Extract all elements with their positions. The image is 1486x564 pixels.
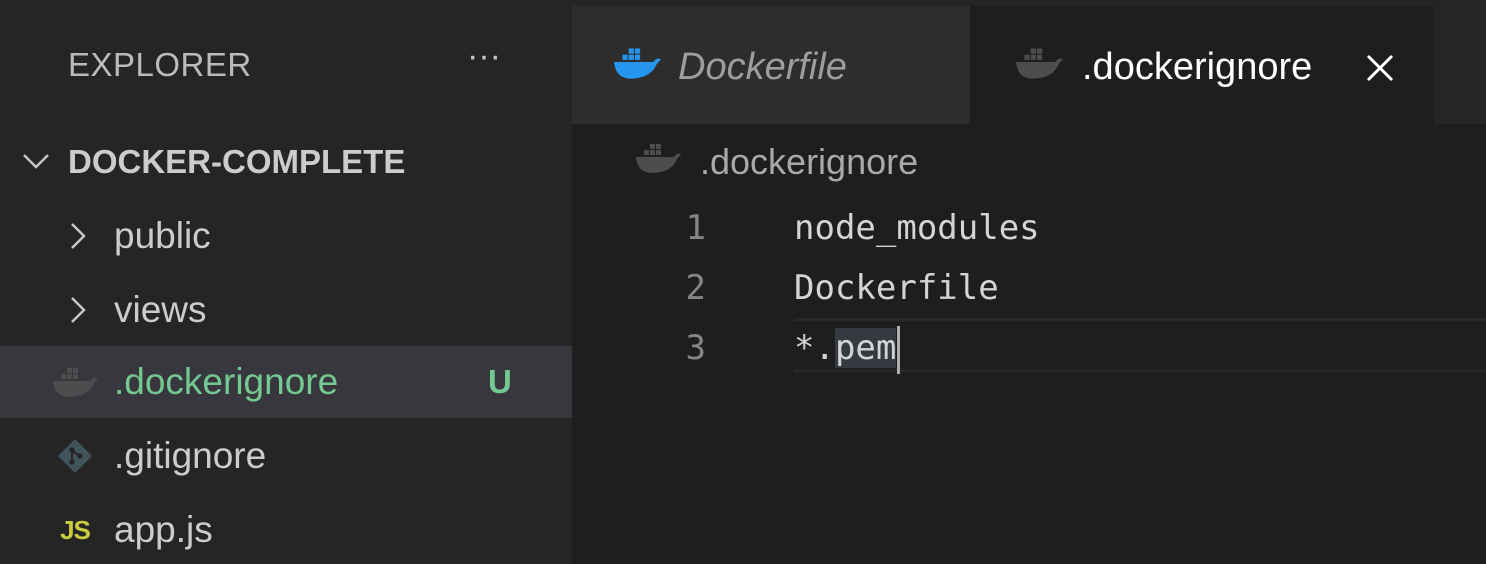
explorer-sidebar: EXPLORER ··· DOCKER-COMPLETE public view…	[0, 0, 572, 564]
tab-bar: Dockerfile .dockerignore	[572, 0, 1486, 124]
line-number: 3	[685, 328, 706, 368]
chevron-right-icon	[62, 216, 94, 256]
line-text: Dockerfile	[794, 268, 999, 308]
tree-item-views[interactable]: views	[0, 274, 572, 346]
tab-dockerignore[interactable]: .dockerignore	[970, 6, 1434, 124]
js-icon-text: JS	[60, 514, 91, 545]
code-line: 2 Dockerfile	[572, 258, 1486, 318]
tree-item-app-js[interactable]: JS app.js	[0, 494, 572, 564]
tree-item-dockerignore[interactable]: .dockerignore U	[0, 346, 572, 418]
word-highlight: pem	[834, 328, 897, 368]
close-icon[interactable]	[1360, 48, 1400, 88]
workspace-folder-header[interactable]: DOCKER-COMPLETE	[0, 128, 572, 196]
tree-item-public[interactable]: public	[0, 200, 572, 272]
chevron-down-icon	[20, 142, 52, 182]
tab-label: Dockerfile	[678, 46, 847, 88]
line-text-prefix: *.	[794, 328, 835, 368]
more-actions-icon[interactable]: ···	[458, 36, 510, 76]
breadcrumb-file[interactable]: .dockerignore	[700, 142, 918, 182]
line-text: *.pem	[794, 318, 901, 378]
code-line: 3 *.pem	[572, 318, 1486, 378]
docker-icon	[634, 142, 684, 182]
untracked-status-badge: U	[488, 363, 512, 400]
editor-area: Dockerfile .dockerignore .dockerignore 1…	[572, 0, 1486, 564]
explorer-header: EXPLORER ···	[0, 0, 572, 128]
tree-item-gitignore[interactable]: .gitignore	[0, 420, 572, 492]
tree-item-label: .gitignore	[114, 435, 267, 476]
code-line: 1 node_modules	[572, 198, 1486, 258]
docker-icon	[50, 362, 100, 402]
tree-item-label: .dockerignore	[114, 361, 339, 402]
tree-item-label: app.js	[114, 509, 213, 550]
text-cursor	[897, 325, 901, 374]
docker-icon	[1014, 46, 1064, 86]
tab-label: .dockerignore	[1082, 46, 1313, 88]
code-editor[interactable]: 1 node_modules 2 Dockerfile 3 *.pem	[572, 196, 1486, 564]
tree-item-label: views	[114, 289, 207, 330]
js-icon: JS	[50, 510, 100, 550]
vscode-window: EXPLORER ··· DOCKER-COMPLETE public view…	[0, 0, 1486, 564]
line-text: node_modules	[794, 208, 1040, 248]
workspace-folder-label: DOCKER-COMPLETE	[68, 143, 406, 180]
explorer-title: EXPLORER	[68, 46, 252, 83]
chevron-right-icon	[62, 290, 94, 330]
line-number: 2	[685, 268, 706, 308]
tree-item-label: public	[114, 215, 211, 256]
tab-dockerfile[interactable]: Dockerfile	[572, 6, 970, 124]
line-number: 1	[685, 208, 706, 248]
git-icon	[50, 436, 100, 476]
breadcrumb: .dockerignore	[572, 128, 1486, 194]
tab-bar-empty	[1434, 6, 1486, 124]
docker-icon	[612, 46, 662, 86]
